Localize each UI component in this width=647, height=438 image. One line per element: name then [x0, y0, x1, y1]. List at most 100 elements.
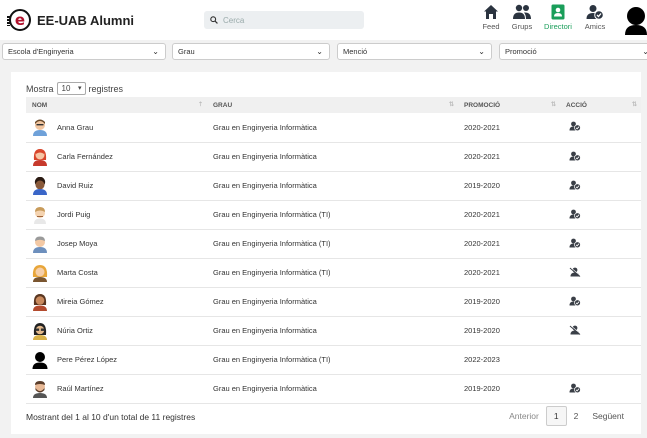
member-name[interactable]: Pere Pérez López	[57, 355, 117, 364]
member-name[interactable]: Raúl Martínez	[57, 384, 104, 393]
chevron-down-icon: ⌄	[478, 47, 485, 56]
col-nom[interactable]: NOM ⇡	[26, 97, 207, 113]
col-grau[interactable]: GRAU ⇅	[207, 97, 458, 113]
cell-nom: Mireia Gómez	[26, 287, 207, 316]
add-friend-icon[interactable]	[569, 151, 581, 163]
add-friend-icon[interactable]	[569, 121, 581, 133]
col-accio-label: ACCIÓ	[566, 101, 587, 109]
search-placeholder: Cerca	[223, 15, 245, 25]
nav-directori[interactable]: Directori	[541, 4, 575, 31]
chevron-down-icon: ⌄	[316, 47, 323, 56]
avatar[interactable]	[32, 118, 48, 137]
grau-select[interactable]: Grau ⌄	[172, 43, 330, 60]
promocio-select-value: Promoció	[505, 47, 537, 56]
member-name[interactable]: David Ruiz	[57, 181, 93, 190]
cell-grau: Grau en Enginyeria Informàtica	[213, 122, 317, 132]
name-cell: Carla Fernández	[32, 148, 207, 166]
member-name[interactable]: Jordi Puig	[57, 210, 90, 219]
col-promocio[interactable]: PROMOCIÓ ⇅	[458, 97, 560, 113]
add-friend-icon[interactable]	[569, 383, 581, 395]
cell-nom: Josep Moya	[26, 229, 207, 258]
avatar[interactable]	[32, 322, 48, 340]
remove-friend-icon[interactable]	[569, 266, 581, 279]
cell-grau: Grau en Enginyeria Informàtica	[213, 181, 317, 190]
cell-nom: David Ruiz	[26, 171, 207, 200]
search-input[interactable]: Cerca	[204, 11, 364, 29]
cell-accio	[560, 374, 641, 403]
escola-select[interactable]: Escola d'Enginyeria ⌄	[2, 43, 166, 60]
cell-accio	[560, 200, 641, 229]
directory-table: NOM ⇡ GRAU ⇅ PROMOCIÓ ⇅ ACCIÓ ⇅ Anna Grau Gra…	[26, 97, 641, 404]
page-length-select[interactable]: 10 ▾	[56, 82, 86, 95]
member-name[interactable]: Mireia Gómez	[57, 297, 104, 306]
sort-icon: ⇅	[448, 102, 454, 108]
avatar[interactable]	[32, 176, 48, 195]
add-friend-icon[interactable]	[569, 180, 581, 192]
cell-promocio: 2019-2020	[464, 297, 500, 306]
col-accio[interactable]: ACCIÓ ⇅	[560, 97, 641, 113]
nav-amics[interactable]: Amics	[578, 4, 612, 31]
nav-feed[interactable]: Feed	[474, 4, 508, 31]
remove-friend-icon[interactable]	[569, 324, 581, 337]
promocio-select[interactable]: Promoció ⌄	[499, 43, 647, 60]
avatar[interactable]	[32, 148, 48, 166]
avatar[interactable]	[32, 351, 48, 369]
cell-promocio: 2020-2021	[464, 152, 500, 161]
profile-avatar[interactable]	[625, 7, 647, 35]
escola-select-value: Escola d'Enginyeria	[8, 47, 74, 56]
cell-promocio: 2019-2020	[464, 326, 500, 335]
nav-grups[interactable]: Grups	[505, 4, 539, 31]
name-cell: Raúl Martínez	[32, 380, 207, 398]
member-name[interactable]: Marta Costa	[57, 268, 98, 277]
cell-accio	[560, 113, 641, 142]
page-button-1[interactable]: 1	[545, 406, 567, 426]
name-cell: Mireia Gómez	[32, 293, 207, 311]
logo[interactable]: e EE-UAB Alumni	[7, 9, 135, 31]
next-page-button[interactable]: Següent	[585, 406, 631, 426]
cell-grau: Grau en Enginyeria Informàtica (TI)	[213, 268, 331, 277]
prev-page-button[interactable]: Anterior	[502, 406, 546, 426]
table-info: Mostrant del 1 al 10 d'un total de 11 re…	[26, 412, 196, 422]
avatar[interactable]	[32, 264, 48, 282]
cell-nom: Marta Costa	[26, 258, 207, 287]
chevron-down-icon: ⌄	[642, 47, 647, 56]
cell-grau: Grau en Enginyeria Informàtica (TI)	[213, 239, 331, 248]
name-cell: Anna Grau	[32, 118, 207, 137]
add-friend-icon[interactable]	[569, 238, 581, 250]
cell-promocio: 2020-2021	[464, 210, 500, 219]
cell-accio	[560, 258, 641, 287]
avatar[interactable]	[32, 293, 48, 311]
add-friend-icon[interactable]	[569, 209, 581, 221]
col-nom-label: NOM	[32, 101, 48, 109]
cell-accio	[560, 287, 641, 316]
chevron-down-icon: ▾	[78, 85, 82, 92]
friends-icon	[586, 5, 604, 20]
name-cell: Pere Pérez López	[32, 351, 207, 369]
cell-grau: Grau en Enginyeria Informàtica	[213, 297, 317, 306]
page-button-2[interactable]: 2	[567, 406, 586, 426]
table-row: David Ruiz Grau en Enginyeria Informàtica…	[26, 171, 641, 200]
avatar[interactable]	[32, 380, 48, 398]
member-name[interactable]: Josep Moya	[57, 239, 97, 248]
table-header: NOM ⇡ GRAU ⇅ PROMOCIÓ ⇅ ACCIÓ ⇅	[26, 97, 641, 113]
add-friend-icon[interactable]	[569, 296, 581, 308]
avatar[interactable]	[32, 235, 48, 253]
cell-accio	[560, 171, 641, 200]
member-name[interactable]: Núria Ortiz	[57, 326, 93, 335]
table-row: Mireia Gómez Grau en Enginyeria Informàti…	[26, 287, 641, 316]
cell-grau: Grau en Enginyeria Informàtica	[213, 384, 317, 393]
app-title: EE-UAB Alumni	[37, 12, 135, 28]
table-row: Josep Moya Grau en Enginyeria Informàtica…	[26, 229, 641, 258]
cell-promocio: 2020-2021	[464, 122, 500, 132]
table-row: Núria Ortiz Grau en Enginyeria Informàtic…	[26, 316, 641, 345]
logo-mark: e	[7, 9, 31, 31]
cell-nom: Núria Ortiz	[26, 316, 207, 345]
nav-label: Feed	[482, 22, 500, 31]
cell-accio	[560, 316, 641, 345]
member-name[interactable]: Carla Fernández	[57, 152, 113, 161]
mencio-select[interactable]: Menció ⌄	[337, 43, 492, 60]
avatar[interactable]	[32, 206, 48, 224]
cell-nom: Anna Grau	[26, 113, 207, 142]
member-name[interactable]: Anna Grau	[57, 123, 93, 132]
name-cell: Marta Costa	[32, 264, 207, 282]
